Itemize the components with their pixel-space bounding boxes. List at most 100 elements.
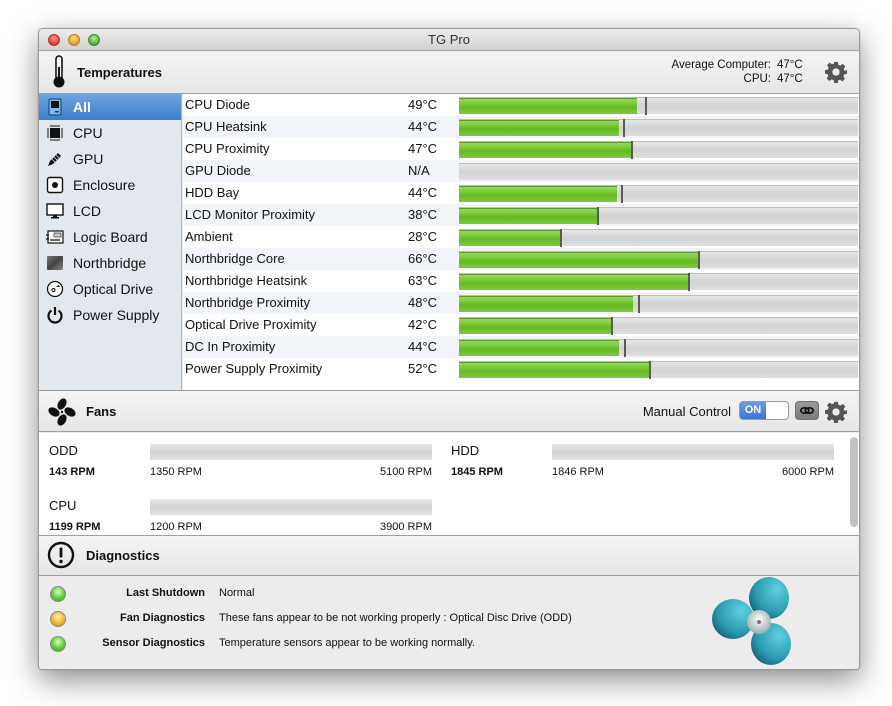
fans-scrollbar[interactable] — [849, 437, 859, 531]
sensor-value: 49°C — [408, 97, 438, 112]
sensor-temperature-bar — [459, 119, 858, 137]
sensor-row[interactable]: CPU Heatsink 44°C — [183, 116, 859, 138]
sensor-max-marker — [631, 141, 633, 159]
sensor-row[interactable]: Optical Drive Proximity 42°C — [183, 314, 859, 336]
sidebar-item-gpu[interactable]: GPU — [39, 146, 181, 172]
sensor-value: 28°C — [408, 229, 438, 244]
close-window-button[interactable] — [48, 34, 60, 46]
fans-scrollbar-thumb[interactable] — [850, 437, 858, 527]
fan-min-rpm: 1846 RPM — [552, 466, 604, 478]
sensor-value: 47°C — [408, 141, 438, 156]
sensor-row[interactable]: LCD Monitor Proximity 38°C — [183, 204, 859, 226]
sensor-row[interactable]: DC In Proximity 44°C — [183, 336, 859, 358]
sensor-row[interactable]: Ambient 28°C — [183, 226, 859, 248]
sensor-name: Northbridge Heatsink — [185, 273, 308, 288]
sensor-name: CPU Proximity — [185, 141, 270, 156]
manual-control-toggle[interactable]: ON — [739, 401, 789, 420]
sensor-bar-fill — [459, 318, 611, 334]
fan-name: HDD — [451, 443, 480, 458]
sensor-bar-fill — [459, 230, 560, 246]
fan-speed-slider[interactable] — [150, 444, 432, 460]
sidebar-item-northbridge[interactable]: Northbridge — [39, 250, 181, 276]
sidebar-item-optical-drive[interactable]: Optical Drive — [39, 276, 181, 302]
sidebar-item-label: Power Supply — [73, 307, 160, 323]
sensor-row[interactable]: HDD Bay 44°C — [183, 182, 859, 204]
sensor-temperature-bar — [459, 207, 858, 225]
fan-icon — [47, 397, 77, 427]
sensor-max-marker — [623, 119, 625, 137]
sensor-row[interactable]: Power Supply Proximity 52°C — [183, 358, 859, 380]
status-led-green-icon — [50, 636, 66, 652]
sidebar-item-label: All — [73, 99, 91, 115]
fans-settings-gear-icon[interactable] — [825, 401, 847, 423]
gpu-pencil-icon — [46, 150, 64, 168]
sidebar-item-power-supply[interactable]: Power Supply — [39, 302, 181, 328]
sensor-max-marker — [611, 317, 613, 335]
fan-odd: ODD 143 RPM 1350 RPM 5100 RPM — [39, 437, 432, 487]
sensor-row[interactable]: Northbridge Heatsink 63°C — [183, 270, 859, 292]
fan-max-rpm: 6000 RPM — [782, 466, 834, 478]
sensor-bar-fill — [459, 208, 597, 224]
minimize-window-button[interactable] — [68, 34, 80, 46]
sidebar-item-label: LCD — [73, 203, 102, 219]
fan-max-rpm: 5100 RPM — [380, 466, 432, 478]
sensor-temperature-bar — [459, 273, 858, 291]
sensor-row[interactable]: Northbridge Proximity 48°C — [183, 292, 859, 314]
temperatures-settings-gear-icon[interactable] — [825, 61, 847, 83]
sensor-bar-fill — [459, 362, 649, 378]
fan-speed-slider[interactable] — [150, 499, 432, 515]
fan-speed-slider[interactable] — [552, 444, 834, 460]
sensor-row[interactable]: CPU Diode 49°C — [183, 94, 859, 116]
sensor-temperature-bar — [459, 251, 858, 269]
sensor-name: CPU Diode — [185, 97, 251, 112]
diagnostic-text: Normal — [219, 587, 255, 599]
sensor-name: GPU Diode — [185, 163, 251, 178]
sensor-bar-fill — [459, 296, 633, 312]
sensor-bar-fill — [459, 186, 617, 202]
diagnostic-text: These fans appear to be not working prop… — [219, 612, 572, 624]
sensor-bar-fill — [459, 98, 637, 114]
toggle-on-label: ON — [740, 402, 766, 419]
sensor-max-marker — [624, 339, 626, 357]
diagnostic-label: Last Shutdown — [126, 587, 205, 599]
temperatures-header: Temperatures Average Computer: 47°C CPU: 4… — [39, 52, 859, 94]
sensor-value: 44°C — [408, 339, 438, 354]
computer-icon — [46, 98, 64, 116]
cpu-average-label: CPU: — [743, 73, 771, 85]
sidebar-item-cpu[interactable]: CPU — [39, 120, 181, 146]
link-fans-button[interactable] — [795, 401, 819, 420]
sensor-temperature-bar — [459, 339, 858, 357]
sensor-max-marker — [621, 185, 623, 203]
sensor-row[interactable]: CPU Proximity 47°C — [183, 138, 859, 160]
diagnostics-title: Diagnostics — [86, 548, 160, 563]
sensor-value: 42°C — [408, 317, 438, 332]
fan-max-rpm: 3900 RPM — [380, 521, 432, 533]
sensor-temperature-bar — [459, 229, 858, 247]
sensor-value: 48°C — [408, 295, 438, 310]
sidebar-item-enclosure[interactable]: Enclosure — [39, 172, 181, 198]
sensor-row[interactable]: Northbridge Core 66°C — [183, 248, 859, 270]
tg-pro-window: TG Pro Temperatures Average Computer: 47°… — [38, 28, 860, 670]
sensor-max-marker — [645, 97, 647, 115]
sidebar-item-label: Logic Board — [73, 229, 148, 245]
sidebar-item-all[interactable]: All — [39, 94, 181, 120]
logic-board-icon — [46, 228, 64, 246]
sensor-value: 44°C — [408, 119, 438, 134]
tg-pro-logo-icon — [711, 576, 801, 668]
sidebar-item-lcd[interactable]: LCD — [39, 198, 181, 224]
sensor-temperature-bar — [459, 317, 858, 335]
sensor-max-marker — [597, 207, 599, 225]
sidebar-item-label: GPU — [73, 151, 104, 167]
sensor-row[interactable]: GPU Diode N/A — [183, 160, 859, 182]
sidebar-item-logic-board[interactable]: Logic Board — [39, 224, 181, 250]
sensor-temperature-bar — [459, 163, 858, 180]
window-title: TG Pro — [428, 32, 470, 47]
diagnostic-row-fan: Fan Diagnostics These fans appear to be … — [39, 608, 699, 630]
warning-exclamation-icon — [47, 541, 75, 569]
monitor-icon — [46, 202, 64, 220]
sensor-bar-fill — [459, 120, 619, 136]
cpu-chip-icon — [46, 124, 64, 142]
sensor-category-sidebar: All CPU GPU Enclosure LCD Logic Board No… — [39, 94, 182, 390]
fan-current-rpm: 143 RPM — [49, 466, 95, 478]
zoom-window-button[interactable] — [88, 34, 100, 46]
